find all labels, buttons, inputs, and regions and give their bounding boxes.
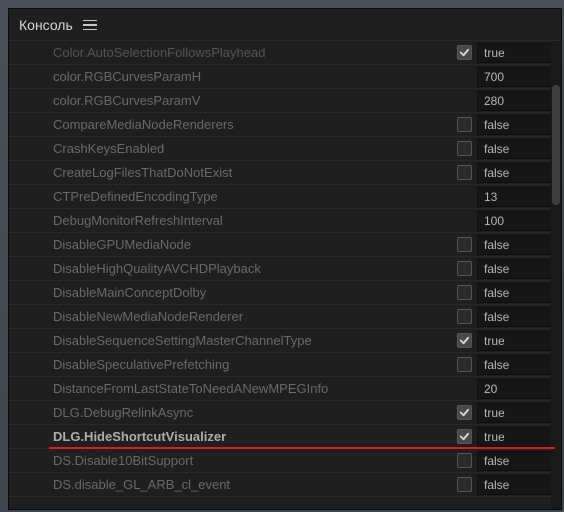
checkbox-cell <box>451 453 477 468</box>
checkbox[interactable] <box>457 453 472 468</box>
checkbox[interactable] <box>457 333 472 348</box>
console-panel: Консоль Color.AutoSelectionFollowsPlayhe… <box>8 8 562 510</box>
checkbox[interactable] <box>457 357 472 372</box>
checkbox[interactable] <box>457 405 472 420</box>
checkbox[interactable] <box>457 165 472 180</box>
setting-row: DisableNewMediaNodeRenderer false <box>9 305 561 329</box>
value-field[interactable]: true <box>477 43 555 63</box>
setting-label: DLG.HideShortcutVisualizer <box>53 429 451 444</box>
value-field[interactable]: false <box>477 163 555 183</box>
setting-label: DisableHighQualityAVCHDPlayback <box>53 261 451 276</box>
setting-label: color.RGBCurvesParamH <box>53 69 451 84</box>
setting-label: DS.Disable10BitSupport <box>53 453 451 468</box>
checkbox[interactable] <box>457 237 472 252</box>
checkbox[interactable] <box>457 261 472 276</box>
setting-label: DistanceFromLastStateToNeedANewMPEGInfo <box>53 381 451 396</box>
window-frame: Консоль Color.AutoSelectionFollowsPlayhe… <box>0 0 564 512</box>
setting-row: DisableSequenceSettingMasterChannelType t… <box>9 329 561 353</box>
setting-row: CompareMediaNodeRenderers false <box>9 113 561 137</box>
setting-row: DebugMonitorRefreshInterval 100 <box>9 209 561 233</box>
value-field[interactable]: false <box>477 139 555 159</box>
setting-row: DS.disable_GL_ARB_cl_event false <box>9 473 561 497</box>
value-field[interactable]: false <box>477 475 555 495</box>
checkbox-cell <box>451 309 477 324</box>
checkbox[interactable] <box>457 309 472 324</box>
value-field[interactable]: true <box>477 331 555 351</box>
value-field[interactable]: false <box>477 307 555 327</box>
checkbox-cell <box>451 237 477 252</box>
setting-row: DLG.HideShortcutVisualizer true <box>9 425 561 449</box>
checkbox-cell <box>451 117 477 132</box>
value-field[interactable]: false <box>477 283 555 303</box>
value-field[interactable]: false <box>477 115 555 135</box>
value-field[interactable]: false <box>477 355 555 375</box>
scrollbar[interactable] <box>551 41 561 509</box>
value-field[interactable]: true <box>477 427 555 447</box>
panel-title: Консоль <box>19 17 73 33</box>
setting-row: CrashKeysEnabled false <box>9 137 561 161</box>
setting-row: color.RGBCurvesParamV 280 <box>9 89 561 113</box>
value-field[interactable]: false <box>477 235 555 255</box>
menu-icon[interactable] <box>83 20 97 31</box>
setting-row: color.RGBCurvesParamH 700 <box>9 65 561 89</box>
scrollbar-thumb[interactable] <box>552 85 560 205</box>
checkbox[interactable] <box>457 477 472 492</box>
highlight-underline <box>49 447 555 450</box>
setting-label: DisableSpeculativePrefetching <box>53 357 451 372</box>
checkbox-cell <box>451 405 477 420</box>
setting-label: CompareMediaNodeRenderers <box>53 117 451 132</box>
checkbox-cell <box>451 141 477 156</box>
checkbox[interactable] <box>457 429 472 444</box>
setting-row: DisableMainConceptDolby false <box>9 281 561 305</box>
checkbox[interactable] <box>457 117 472 132</box>
checkbox-cell <box>451 357 477 372</box>
value-field[interactable]: 20 <box>477 379 555 399</box>
setting-label: CreateLogFilesThatDoNotExist <box>53 165 451 180</box>
value-field[interactable]: 280 <box>477 91 555 111</box>
setting-row: Color.AutoSelectionFollowsPlayhead true <box>9 41 561 65</box>
checkbox[interactable] <box>457 285 472 300</box>
checkbox[interactable] <box>457 141 472 156</box>
value-field[interactable]: 13 <box>477 187 555 207</box>
checkbox[interactable] <box>457 45 472 60</box>
setting-row: DS.Disable10BitSupport false <box>9 449 561 473</box>
checkbox-cell <box>451 429 477 444</box>
setting-row: CreateLogFilesThatDoNotExist false <box>9 161 561 185</box>
checkbox-cell <box>451 285 477 300</box>
setting-label: CrashKeysEnabled <box>53 141 451 156</box>
setting-label: DisableMainConceptDolby <box>53 285 451 300</box>
settings-list: Color.AutoSelectionFollowsPlayheadtrueco… <box>9 41 561 509</box>
setting-row: CTPreDefinedEncodingType 13 <box>9 185 561 209</box>
setting-row: DLG.DebugRelinkAsync true <box>9 401 561 425</box>
checkbox-cell <box>451 333 477 348</box>
value-field[interactable]: 100 <box>477 211 555 231</box>
value-field[interactable]: true <box>477 403 555 423</box>
setting-row: DistanceFromLastStateToNeedANewMPEGInfo 2… <box>9 377 561 401</box>
setting-label: DebugMonitorRefreshInterval <box>53 213 451 228</box>
setting-row: DisableHighQualityAVCHDPlayback false <box>9 257 561 281</box>
setting-label: DisableSequenceSettingMasterChannelType <box>53 333 451 348</box>
checkbox-cell <box>451 261 477 276</box>
setting-label: DisableNewMediaNodeRenderer <box>53 309 451 324</box>
checkbox-cell <box>451 477 477 492</box>
setting-label: DisableGPUMediaNode <box>53 237 451 252</box>
setting-label: DS.disable_GL_ARB_cl_event <box>53 477 451 492</box>
value-field[interactable]: 700 <box>477 67 555 87</box>
setting-label: DLG.DebugRelinkAsync <box>53 405 451 420</box>
panel-header: Консоль <box>9 9 561 41</box>
setting-row: DisableSpeculativePrefetching false <box>9 353 561 377</box>
value-field[interactable]: false <box>477 259 555 279</box>
setting-label: color.RGBCurvesParamV <box>53 93 451 108</box>
setting-label: CTPreDefinedEncodingType <box>53 189 451 204</box>
setting-label: Color.AutoSelectionFollowsPlayhead <box>53 45 451 60</box>
value-field[interactable]: false <box>477 451 555 471</box>
checkbox-cell <box>451 45 477 60</box>
setting-row: DisableGPUMediaNode false <box>9 233 561 257</box>
checkbox-cell <box>451 165 477 180</box>
